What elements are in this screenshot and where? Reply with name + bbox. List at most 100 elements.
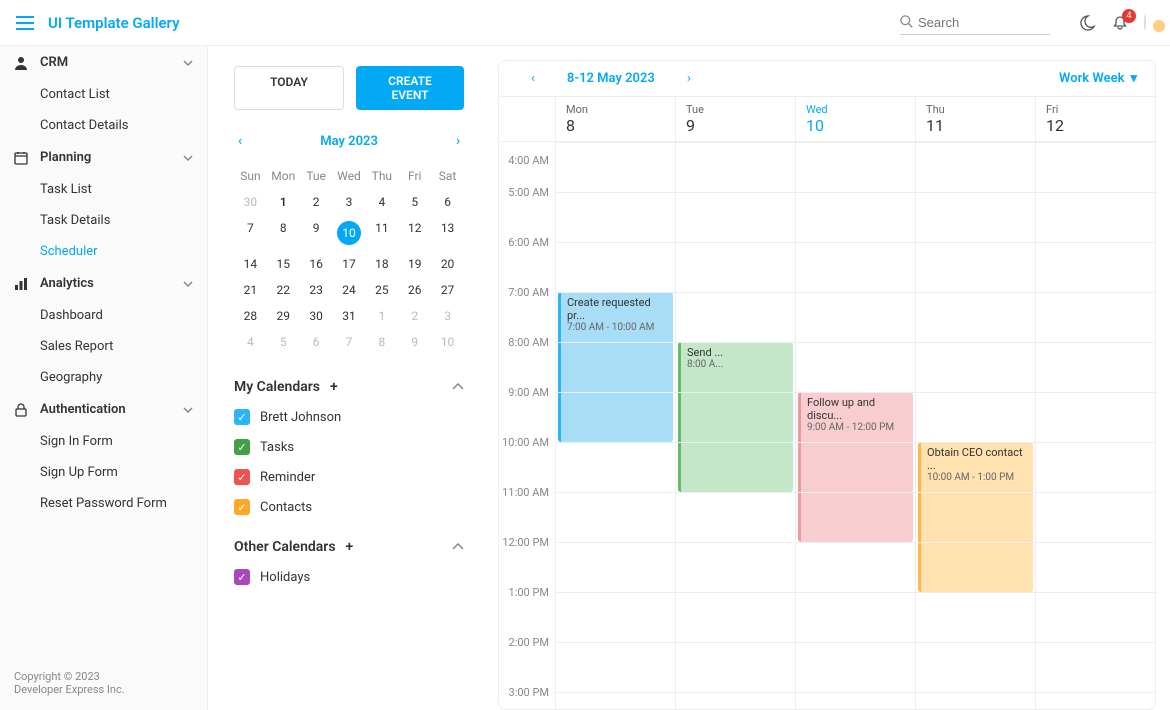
app-title[interactable]: UI Template Gallery [48,14,180,32]
cal-day[interactable]: 3 [333,189,366,215]
checkbox-icon[interactable]: ✓ [234,469,250,485]
nav-section-planning[interactable]: Planning [0,141,207,174]
calendar-item[interactable]: ✓Contacts [234,499,464,515]
day-column[interactable]: Create requested pr...7:00 AM - 10:00 AM [555,142,675,709]
cal-day[interactable]: 13 [431,215,464,251]
nav-item[interactable]: Dashboard [0,300,207,331]
nav-item[interactable]: Task List [0,174,207,205]
cal-day[interactable]: 5 [267,329,300,355]
day-header[interactable]: Tue9 [675,97,795,141]
sched-range[interactable]: 8-12 May 2023 [567,71,655,86]
cal-day[interactable]: 19 [398,251,431,277]
search-input[interactable] [914,11,1050,34]
calendar-item[interactable]: ✓Holidays [234,569,464,585]
cal-day[interactable]: 21 [234,277,267,303]
day-header[interactable]: Thu11 [915,97,1035,141]
nav-item[interactable]: Sales Report [0,331,207,362]
add-calendar-icon[interactable]: + [330,379,338,395]
menu-icon[interactable] [16,16,34,30]
cal-day[interactable]: 28 [234,303,267,329]
cal-day[interactable]: 9 [398,329,431,355]
sched-next-icon[interactable]: › [673,71,705,86]
calendar-item[interactable]: ✓Reminder [234,469,464,485]
cal-day[interactable]: 7 [333,329,366,355]
cal-day[interactable]: 8 [267,215,300,251]
cal-day[interactable]: 15 [267,251,300,277]
event[interactable]: Obtain CEO contact ...10:00 AM - 1:00 PM [918,442,1033,592]
calendar-item[interactable]: ✓Tasks [234,439,464,455]
cal-prev-icon[interactable]: ‹ [234,130,246,153]
cal-day[interactable]: 31 [333,303,366,329]
cal-day[interactable]: 10 [431,329,464,355]
cal-day[interactable]: 18 [365,251,398,277]
cal-day[interactable]: 6 [300,329,333,355]
day-column[interactable]: Send ...8:00 A... [675,142,795,709]
cal-day[interactable]: 11 [365,215,398,251]
cal-day[interactable]: 26 [398,277,431,303]
cal-day[interactable]: 25 [365,277,398,303]
cal-day[interactable]: 10 [333,215,366,251]
nav-item[interactable]: Sign In Form [0,426,207,457]
cal-day[interactable]: 6 [431,189,464,215]
view-selector[interactable]: Work Week ▾ [1059,71,1137,86]
event[interactable]: Send ...8:00 A... [678,342,793,492]
event[interactable]: Create requested pr...7:00 AM - 10:00 AM [558,292,673,442]
cal-day[interactable]: 3 [431,303,464,329]
cal-month[interactable]: May 2023 [320,134,378,149]
cal-day[interactable]: 2 [398,303,431,329]
create-event-button[interactable]: CREATE EVENT [356,66,464,110]
nav-item[interactable]: Geography [0,362,207,393]
add-other-calendar-icon[interactable]: + [346,539,354,555]
event[interactable]: Follow up and discu...9:00 AM - 12:00 PM [798,392,913,542]
cal-day[interactable]: 14 [234,251,267,277]
cal-day[interactable]: 24 [333,277,366,303]
cal-day[interactable]: 5 [398,189,431,215]
cal-day[interactable]: 4 [365,189,398,215]
cal-day[interactable]: 23 [300,277,333,303]
cal-day[interactable]: 30 [234,189,267,215]
cal-next-icon[interactable]: › [452,130,464,153]
cal-day[interactable]: 9 [300,215,333,251]
cal-day[interactable]: 16 [300,251,333,277]
cal-day[interactable]: 22 [267,277,300,303]
nav-item[interactable]: Contact Details [0,110,207,141]
checkbox-icon[interactable]: ✓ [234,409,250,425]
cal-day[interactable]: 12 [398,215,431,251]
checkbox-icon[interactable]: ✓ [234,499,250,515]
calendar-item[interactable]: ✓Brett Johnson [234,409,464,425]
avatar[interactable] [1144,15,1146,30]
today-button[interactable]: TODAY [234,66,344,110]
cal-day[interactable]: 8 [365,329,398,355]
sched-prev-icon[interactable]: ‹ [517,71,549,86]
day-column[interactable]: Follow up and discu...9:00 AM - 12:00 PM [795,142,915,709]
collapse-othercal-icon[interactable] [452,543,464,551]
cal-day[interactable]: 17 [333,251,366,277]
dark-mode-icon[interactable] [1080,15,1096,31]
cal-day[interactable]: 1 [365,303,398,329]
cal-day[interactable]: 7 [234,215,267,251]
cal-day[interactable]: 2 [300,189,333,215]
nav-item[interactable]: Reset Password Form [0,488,207,519]
day-column[interactable] [1035,142,1155,709]
cal-day[interactable]: 30 [300,303,333,329]
collapse-mycal-icon[interactable] [452,383,464,391]
cal-day[interactable]: 27 [431,277,464,303]
day-header[interactable]: Fri12 [1035,97,1155,141]
checkbox-icon[interactable]: ✓ [234,439,250,455]
cal-day[interactable]: 1 [267,189,300,215]
checkbox-icon[interactable]: ✓ [234,569,250,585]
day-header[interactable]: Mon8 [555,97,675,141]
nav-section-analytics[interactable]: Analytics [0,267,207,300]
nav-item[interactable]: Scheduler [0,236,207,267]
nav-item[interactable]: Sign Up Form [0,457,207,488]
search-box[interactable] [900,11,1050,35]
nav-section-authentication[interactable]: Authentication [0,393,207,426]
nav-item[interactable]: Contact List [0,79,207,110]
day-column[interactable]: Obtain CEO contact ...10:00 AM - 1:00 PM [915,142,1035,709]
bell-icon[interactable]: 4 [1112,15,1128,31]
day-header[interactable]: Wed10 [795,97,915,141]
cal-day[interactable]: 29 [267,303,300,329]
nav-item[interactable]: Task Details [0,205,207,236]
nav-section-crm[interactable]: CRM [0,46,207,79]
cal-day[interactable]: 4 [234,329,267,355]
